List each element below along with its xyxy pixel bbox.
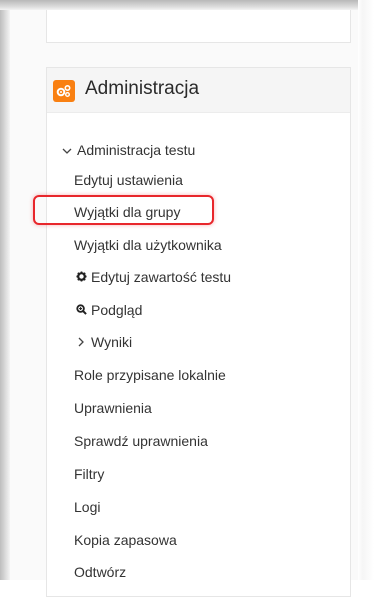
- menu-item-label: Podgląd: [91, 302, 143, 318]
- menu-item-label: Edytuj zawartość testu: [91, 269, 232, 285]
- menu-item-permissions[interactable]: Uprawnienia: [74, 399, 152, 417]
- block-header: Administracja: [47, 68, 350, 113]
- menu-item-results[interactable]: Wyniki: [74, 333, 132, 351]
- menu-item-user-overrides[interactable]: Wyjątki dla użytkownika: [74, 236, 222, 254]
- menu-item-logs[interactable]: Logi: [74, 498, 100, 516]
- menu-item-backup[interactable]: Kopia zapasowa: [74, 531, 177, 549]
- menu-item-local-roles[interactable]: Role przypisane lokalnie: [74, 366, 226, 384]
- block-title: Administracja: [85, 78, 200, 99]
- menu-item-preview[interactable]: Podgląd: [74, 301, 142, 319]
- menu-section-label: Administracja testu: [77, 142, 196, 158]
- search-icon: [74, 301, 88, 319]
- screen-frame-top: [0, 0, 362, 10]
- menu-item-check-permissions[interactable]: Sprawdź uprawnienia: [74, 432, 208, 450]
- gear-icon: [74, 268, 88, 286]
- menu-item-edit-quiz[interactable]: Edytuj zawartość testu: [74, 268, 231, 286]
- menu-item-label: Wyniki: [91, 334, 133, 350]
- screen-frame-right: [358, 0, 374, 580]
- chevron-right-icon: [74, 333, 88, 351]
- menu-section-quiz-administration[interactable]: Administracja testu: [60, 141, 195, 159]
- screen-frame-left: [0, 0, 10, 580]
- previous-block: [46, 10, 351, 43]
- menu-item-restore[interactable]: Odtwórz: [74, 563, 126, 581]
- cogs-icon: [53, 80, 75, 102]
- menu-item-edit-settings[interactable]: Edytuj ustawienia: [74, 171, 183, 189]
- menu-item-filters[interactable]: Filtry: [74, 465, 104, 483]
- chevron-down-icon: [60, 141, 74, 159]
- page-region: Administracja: [10, 10, 358, 597]
- menu-item-group-overrides[interactable]: Wyjątki dla grupy: [74, 203, 180, 221]
